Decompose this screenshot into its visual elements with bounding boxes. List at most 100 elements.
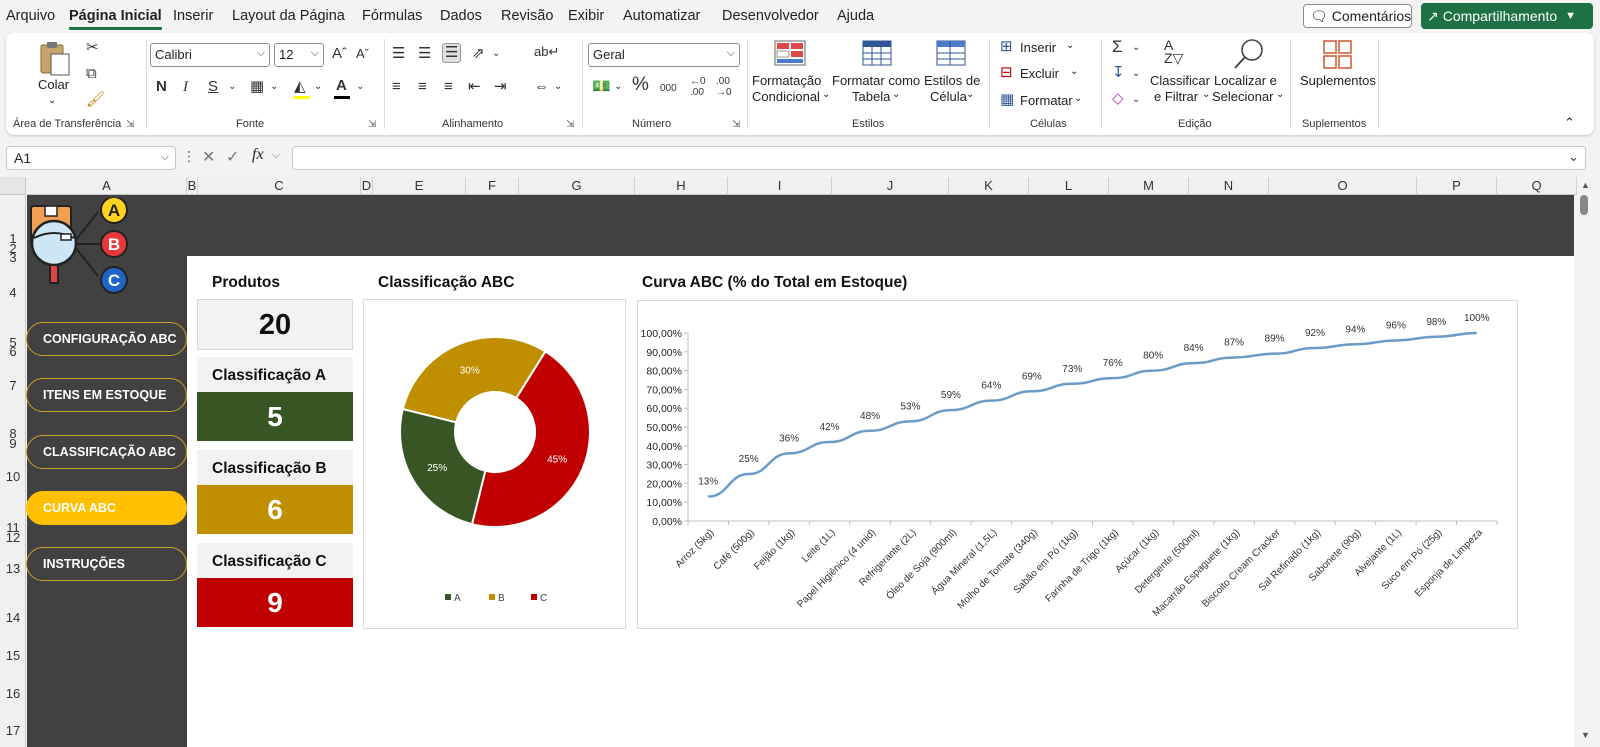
expand-formula-icon[interactable]: ⌄ bbox=[1568, 149, 1579, 165]
formula-input[interactable]: ⌄ bbox=[292, 146, 1586, 170]
chevron-down-icon[interactable]: ⌄ bbox=[48, 93, 56, 109]
format-cells-icon[interactable]: ▦ bbox=[1000, 91, 1014, 109]
column-header[interactable]: A bbox=[27, 177, 187, 195]
font-name-select[interactable]: Calibri ⌵ bbox=[150, 43, 270, 67]
align-right-icon[interactable]: ≡ bbox=[444, 78, 453, 96]
conditional-formatting-label-1[interactable]: Formatação bbox=[752, 73, 821, 89]
number-format-select[interactable]: Geral ⌵ bbox=[588, 43, 740, 67]
copy-icon[interactable]: ⧉ bbox=[86, 65, 97, 83]
scroll-down-icon[interactable]: ▼ bbox=[1581, 730, 1590, 740]
chevron-down-icon[interactable]: ⌄ bbox=[1132, 91, 1140, 109]
find-select-label-1[interactable]: Localizar e bbox=[1214, 73, 1277, 89]
find-select-label-2[interactable]: Selecionar bbox=[1212, 89, 1273, 105]
scroll-up-icon[interactable]: ▲ bbox=[1581, 180, 1590, 190]
name-box[interactable]: A1 ⌵ bbox=[6, 146, 176, 170]
nav-instrucoes[interactable]: INSTRUÇÕES bbox=[26, 547, 187, 581]
conditional-formatting-label-2[interactable]: Condicional bbox=[752, 89, 820, 105]
dialog-launcher-icon[interactable]: ⇲ bbox=[566, 119, 574, 130]
series-line[interactable] bbox=[708, 331, 1477, 498]
tab-formulas[interactable]: Fórmulas bbox=[362, 8, 422, 24]
autosum-icon[interactable]: Σ bbox=[1112, 38, 1123, 56]
column-header[interactable]: F bbox=[466, 177, 519, 195]
insert-cells-icon[interactable]: ⊞ bbox=[1000, 38, 1013, 56]
font-size-select[interactable]: 12 ⌵ bbox=[274, 43, 324, 67]
row-header[interactable]: 16 bbox=[0, 686, 26, 701]
chevron-down-icon[interactable]: ⌄ bbox=[892, 89, 900, 100]
tab-revisao[interactable]: Revisão bbox=[501, 8, 553, 24]
chevron-down-icon[interactable]: ⌄ bbox=[1276, 89, 1284, 100]
column-header[interactable]: M bbox=[1109, 177, 1189, 195]
row-header[interactable]: 4 bbox=[0, 285, 26, 300]
chevron-down-icon[interactable]: ⌄ bbox=[822, 89, 830, 100]
chevron-down-icon[interactable]: ⌄ bbox=[270, 78, 278, 96]
column-header[interactable]: D bbox=[361, 177, 373, 195]
conditional-formatting-icon[interactable] bbox=[774, 39, 806, 69]
cell-styles-label-1[interactable]: Estilos de bbox=[924, 73, 980, 89]
chevron-down-icon[interactable]: ⌄ bbox=[1132, 65, 1140, 83]
chevron-down-icon[interactable]: ⌄ bbox=[1074, 93, 1082, 104]
nav-configuracao-abc[interactable]: CONFIGURAÇÃO ABC bbox=[26, 322, 187, 356]
row-header[interactable]: 3 bbox=[0, 250, 26, 265]
column-header[interactable]: P bbox=[1417, 177, 1497, 195]
column-header[interactable]: B bbox=[187, 177, 198, 195]
format-cells-label[interactable]: Formatar bbox=[1020, 93, 1073, 108]
cell-styles-label-2[interactable]: Célula bbox=[930, 89, 967, 105]
insert-function-button[interactable]: fx bbox=[252, 146, 264, 164]
chevron-down-icon[interactable]: ⌄ bbox=[966, 89, 974, 100]
tab-layout-da-pagina[interactable]: Layout da Página bbox=[232, 8, 345, 24]
align-top-icon[interactable]: ☰ bbox=[392, 45, 405, 63]
scrollbar-thumb[interactable] bbox=[1580, 195, 1588, 215]
orientation-icon[interactable]: ⇗ bbox=[472, 45, 485, 63]
chevron-down-icon[interactable]: ⌄ bbox=[554, 78, 562, 96]
row-header[interactable]: 9 bbox=[0, 436, 26, 451]
increase-decimal-icon[interactable]: ←0.00 bbox=[690, 76, 706, 98]
select-all-corner[interactable] bbox=[0, 177, 26, 195]
row-header[interactable]: 13 bbox=[0, 561, 26, 576]
tab-pagina-inicial[interactable]: Página Inicial bbox=[69, 8, 162, 30]
dialog-launcher-icon[interactable]: ⇲ bbox=[732, 119, 740, 130]
column-header[interactable]: E bbox=[373, 177, 466, 195]
clear-icon[interactable]: ◇ bbox=[1112, 90, 1124, 108]
format-as-table-icon[interactable] bbox=[862, 39, 894, 69]
percent-icon[interactable]: % bbox=[632, 75, 649, 94]
row-header[interactable]: 7 bbox=[0, 378, 26, 393]
nav-classificacao-abc[interactable]: CLASSIFICAÇÃO ABC bbox=[26, 435, 187, 469]
row-header[interactable]: 17 bbox=[0, 723, 26, 738]
chevron-down-icon[interactable]: ⌄ bbox=[1066, 40, 1074, 51]
currency-icon[interactable]: 💵 bbox=[592, 78, 611, 96]
align-center-icon[interactable]: ≡ bbox=[418, 78, 427, 96]
wrap-text-icon[interactable]: ab↵ bbox=[534, 43, 559, 61]
tab-inserir[interactable]: Inserir bbox=[173, 8, 213, 24]
column-header[interactable]: L bbox=[1029, 177, 1109, 195]
addins-label[interactable]: Suplementos bbox=[1300, 73, 1376, 89]
column-header[interactable]: K bbox=[949, 177, 1029, 195]
column-header[interactable]: C bbox=[198, 177, 361, 195]
decrease-decimal-icon[interactable]: .00 →0 bbox=[716, 76, 732, 98]
italic-button[interactable]: I bbox=[183, 78, 188, 96]
sort-filter-icon[interactable]: A Z▽ bbox=[1164, 38, 1183, 65]
row-header[interactable]: 12 bbox=[0, 530, 26, 545]
align-middle-icon[interactable]: ☰ bbox=[418, 45, 431, 63]
sort-filter-label-1[interactable]: Classificar bbox=[1150, 73, 1210, 89]
tab-desenvolvedor[interactable]: Desenvolvedor bbox=[722, 8, 819, 24]
share-button[interactable]: ↗ Compartilhamento ▼ bbox=[1421, 3, 1593, 29]
vertical-scrollbar[interactable] bbox=[1574, 195, 1600, 747]
column-header[interactable]: G bbox=[519, 177, 635, 195]
thousands-separator-icon[interactable]: 000 bbox=[660, 80, 677, 98]
format-painter-icon[interactable]: 🖌 bbox=[86, 91, 105, 109]
find-select-icon[interactable] bbox=[1232, 37, 1266, 71]
chevron-down-icon[interactable]: ⌄ bbox=[228, 78, 236, 96]
chevron-down-icon[interactable]: ⌄ bbox=[1070, 66, 1078, 77]
chevron-down-icon[interactable]: ⌄ bbox=[614, 78, 622, 96]
tab-automatizar[interactable]: Automatizar bbox=[623, 8, 700, 24]
chevron-down-icon[interactable]: ⌵ bbox=[272, 149, 280, 162]
addins-icon[interactable] bbox=[1322, 39, 1354, 71]
font-color-icon[interactable]: A bbox=[336, 77, 347, 95]
paste-icon[interactable] bbox=[38, 41, 72, 77]
column-header[interactable]: O bbox=[1269, 177, 1417, 195]
collapse-ribbon-icon[interactable]: ⌃ bbox=[1564, 115, 1575, 131]
decrease-indent-icon[interactable]: ⇤ bbox=[468, 78, 481, 96]
column-header[interactable]: Q bbox=[1497, 177, 1577, 195]
column-header[interactable]: I bbox=[728, 177, 832, 195]
nav-itens-em-estoque[interactable]: ITENS EM ESTOQUE bbox=[26, 378, 187, 412]
